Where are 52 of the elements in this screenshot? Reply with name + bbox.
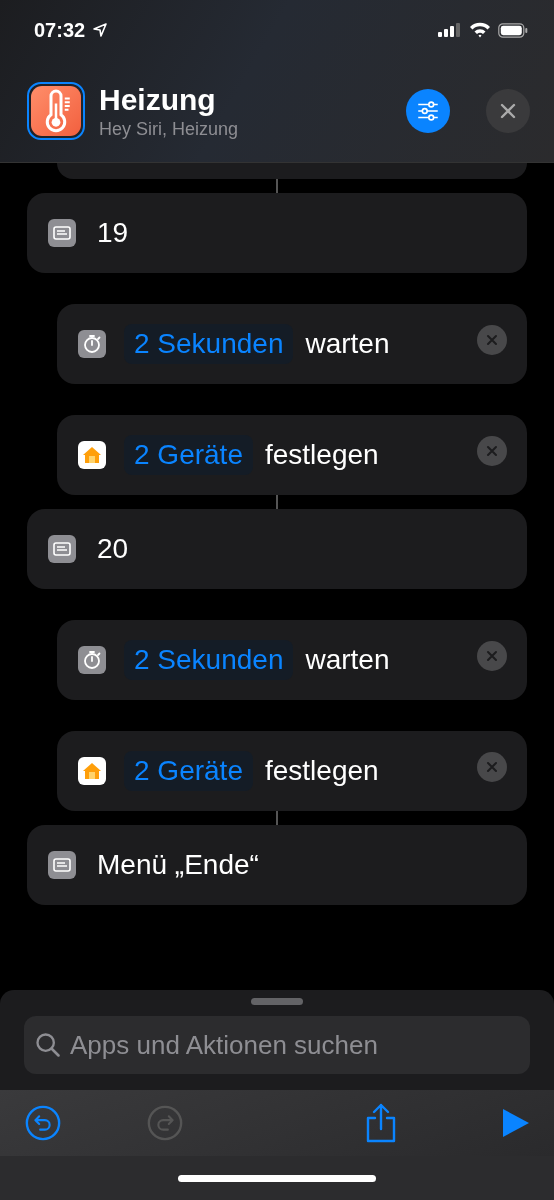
signal-icon	[438, 23, 462, 37]
menu-item-label: 20	[97, 533, 129, 565]
thermometer-app-icon[interactable]	[27, 82, 85, 140]
undo-button[interactable]	[24, 1104, 62, 1142]
status-time: 07:32	[34, 18, 86, 42]
menu-item-card[interactable]: 19	[27, 193, 527, 273]
parameter-token[interactable]: 2 Sekunden	[124, 324, 294, 364]
menu-item-label: Menü „Ende“	[97, 849, 259, 881]
search-field[interactable]: Apps und Aktionen suchen	[24, 1016, 530, 1074]
parameter-token[interactable]: 2 Geräte	[124, 751, 253, 791]
siri-phrase: Hey Siri, Heizung	[99, 118, 240, 140]
menu-icon	[48, 219, 76, 247]
remove-button[interactable]	[477, 752, 507, 782]
house-icon	[78, 757, 106, 785]
house-icon	[78, 441, 106, 469]
shortcut-title: Heizung	[99, 82, 217, 117]
remove-button[interactable]	[477, 436, 507, 466]
sheet-grabber[interactable]	[251, 998, 303, 1005]
action-card[interactable]: 2 Geräte festlegen	[57, 415, 527, 495]
settings-button[interactable]	[406, 89, 450, 133]
action-card[interactable]: 2 Sekunden warten	[57, 304, 527, 384]
menu-icon	[48, 535, 76, 563]
stopwatch-icon	[78, 646, 106, 674]
stopwatch-icon	[78, 330, 106, 358]
action-verb: warten	[305, 644, 390, 676]
search-icon	[34, 1031, 62, 1059]
close-button[interactable]	[486, 89, 530, 133]
menu-item-label: 19	[97, 217, 129, 249]
share-button[interactable]	[364, 1103, 398, 1143]
run-button[interactable]	[500, 1108, 530, 1138]
action-verb: festlegen	[264, 755, 379, 787]
remove-button[interactable]	[477, 641, 507, 671]
menu-icon	[48, 851, 76, 879]
parameter-token[interactable]: 2 Geräte	[124, 435, 253, 475]
location-arrow-icon	[92, 22, 109, 38]
menu-item-card[interactable]: Menü „Ende“	[27, 825, 527, 905]
wifi-icon	[469, 22, 491, 38]
menu-item-card[interactable]: 20	[27, 509, 527, 589]
close-icon	[498, 101, 518, 121]
remove-button[interactable]	[477, 325, 507, 355]
action-card[interactable]: 2 Sekunden warten	[57, 620, 527, 700]
action-verb: warten	[305, 328, 390, 360]
action-verb: festlegen	[264, 439, 379, 471]
action-card[interactable]: 2 Geräte festlegen	[57, 731, 527, 811]
close-icon	[486, 650, 498, 662]
parameter-token[interactable]: 2 Sekunden	[124, 640, 294, 680]
close-icon	[486, 334, 498, 346]
sliders-icon	[415, 98, 441, 124]
close-icon	[486, 761, 498, 773]
close-icon	[486, 445, 498, 457]
battery-icon	[498, 22, 528, 38]
action-card[interactable]	[57, 163, 527, 179]
